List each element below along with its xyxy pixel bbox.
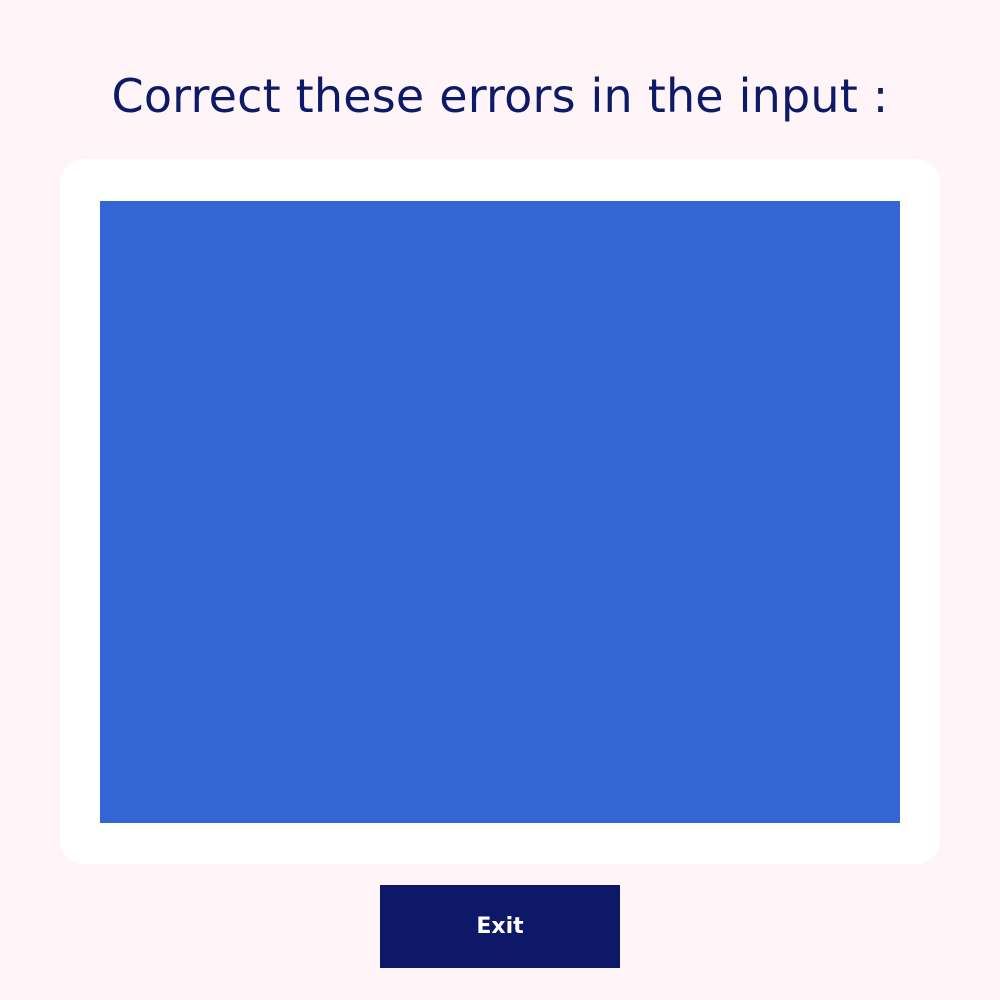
errors-panel [100,201,900,823]
errors-card [60,159,940,864]
exit-button[interactable]: Exit [380,885,620,968]
page-title: Correct these errors in the input : [111,69,889,123]
